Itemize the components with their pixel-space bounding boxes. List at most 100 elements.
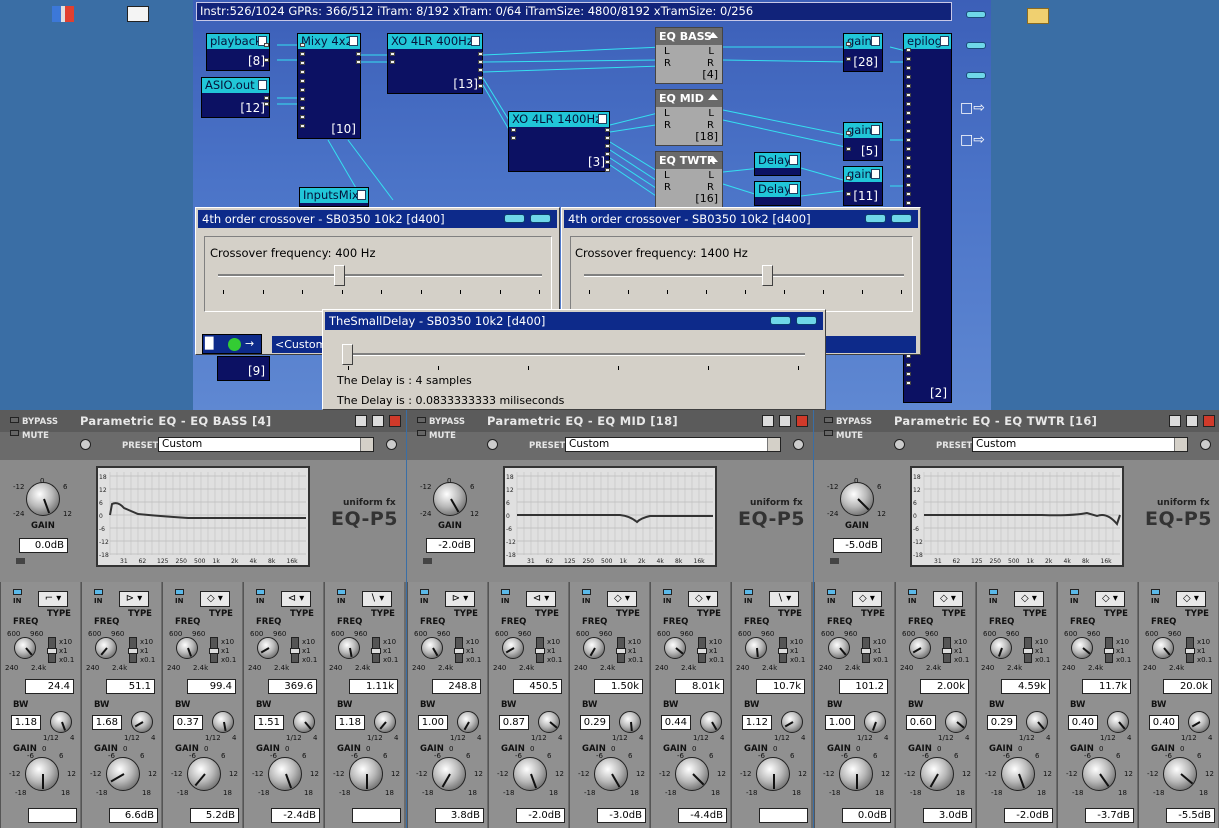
freq-range-fader[interactable] — [209, 637, 219, 663]
band-freq-value[interactable]: 10.7k — [756, 679, 805, 694]
window-caption[interactable]: 4th order crossover - SB0350 10k2 [d400] — [564, 210, 918, 228]
block-eq-bass[interactable]: EQ BASS L R L R [4] — [655, 27, 723, 84]
port-pin[interactable] — [300, 61, 305, 65]
close-button[interactable] — [530, 214, 551, 223]
minimize-button[interactable] — [865, 214, 886, 223]
rotary-knob[interactable] — [421, 637, 443, 659]
band-bw-value[interactable]: 1.18 — [11, 715, 41, 730]
mute-led[interactable] — [824, 430, 833, 436]
band-enable-led[interactable] — [420, 589, 429, 595]
arrow-icon[interactable]: → — [245, 337, 261, 352]
close-button[interactable] — [891, 214, 912, 223]
toolbar-button-2[interactable] — [966, 42, 986, 49]
freq-range-fader[interactable] — [290, 637, 300, 663]
band-gain-value[interactable] — [759, 808, 808, 823]
port-pin[interactable] — [264, 102, 269, 106]
port-pin[interactable] — [264, 43, 269, 47]
port-pin[interactable] — [906, 66, 911, 70]
port-pin[interactable] — [906, 48, 911, 52]
folder-icon[interactable] — [1027, 8, 1049, 24]
settings-icon[interactable] — [894, 439, 905, 450]
port-pin[interactable] — [478, 60, 483, 64]
band-bw-value[interactable]: 0.87 — [499, 715, 529, 730]
band-gain-value[interactable]: -5.5dB — [1166, 808, 1215, 823]
port-pin[interactable] — [300, 88, 305, 92]
rotary-knob[interactable] — [212, 711, 234, 733]
band-bw-value[interactable]: 0.40 — [1149, 715, 1179, 730]
band-enable-led[interactable] — [13, 589, 22, 595]
rotary-knob[interactable] — [257, 637, 279, 659]
rotary-knob[interactable] — [909, 637, 931, 659]
block-menu-icon[interactable] — [708, 32, 718, 38]
block-playback[interactable]: playback [8] — [206, 33, 270, 71]
preset-field[interactable] — [812, 336, 916, 353]
minimize-button[interactable] — [504, 214, 525, 223]
mute-led[interactable] — [417, 430, 426, 436]
block-xo-400[interactable]: XO 4LR 400Hz [13] — [387, 33, 483, 94]
band-gain-value[interactable]: 3.0dB — [923, 808, 972, 823]
port-pin[interactable] — [264, 58, 269, 62]
rotary-knob[interactable] — [14, 637, 36, 659]
rotary-knob[interactable] — [338, 637, 360, 659]
band-enable-led[interactable] — [337, 589, 346, 595]
band-freq-value[interactable]: 8.01k — [675, 679, 724, 694]
band-enable-led[interactable] — [582, 589, 591, 595]
port-pin[interactable] — [300, 43, 305, 47]
bypass-led[interactable] — [417, 417, 426, 423]
rotary-knob[interactable] — [538, 711, 560, 733]
maximize-button[interactable] — [372, 415, 384, 427]
band-freq-value[interactable]: 369.6 — [268, 679, 317, 694]
block-inputsmix-body[interactable]: [9] — [217, 356, 270, 381]
band-bw-value[interactable]: 1.68 — [92, 715, 122, 730]
window-caption[interactable]: TheSmallDelay - SB0350 10k2 [d400] — [325, 312, 823, 330]
block-gain-2[interactable]: gain [5] — [843, 122, 883, 161]
port-pin[interactable] — [906, 381, 911, 385]
rotary-knob[interactable] — [457, 711, 479, 733]
band-bw-value[interactable]: 0.29 — [987, 715, 1017, 730]
rotary-knob[interactable] — [25, 757, 59, 791]
band-type-select[interactable]: ◇ ▾ — [852, 591, 882, 607]
port-pin[interactable] — [478, 84, 483, 88]
port-pin[interactable] — [846, 147, 851, 151]
close-button[interactable] — [389, 415, 401, 427]
port-pin[interactable] — [906, 129, 911, 133]
master-gain-value[interactable]: -2.0dB — [426, 538, 475, 553]
block-eq-mid[interactable]: EQ MID L R L R [18] — [655, 89, 723, 146]
port-pin[interactable] — [906, 57, 911, 61]
band-gain-value[interactable]: 5.2dB — [190, 808, 239, 823]
band-bw-value[interactable]: 0.40 — [1068, 715, 1098, 730]
freq-range-fader[interactable] — [861, 637, 871, 663]
rotary-knob[interactable] — [95, 637, 117, 659]
rotary-knob[interactable] — [1163, 757, 1197, 791]
port-pin[interactable] — [846, 57, 851, 61]
preset-select[interactable]: Custom — [158, 437, 374, 452]
rotary-knob[interactable] — [864, 711, 886, 733]
bypass-led[interactable] — [824, 417, 833, 423]
minimize-button[interactable] — [355, 415, 367, 427]
port-pin[interactable] — [906, 156, 911, 160]
freq-range-fader[interactable] — [371, 637, 381, 663]
band-type-select[interactable]: ◇ ▾ — [200, 591, 230, 607]
port-pin[interactable] — [300, 97, 305, 101]
port-pin[interactable] — [906, 93, 911, 97]
block-menu-icon[interactable] — [789, 155, 798, 165]
master-gain-value[interactable]: -5.0dB — [833, 538, 882, 553]
rotary-knob[interactable] — [106, 757, 140, 791]
band-enable-led[interactable] — [501, 589, 510, 595]
rotary-knob[interactable] — [374, 711, 396, 733]
band-freq-value[interactable]: 4.59k — [1001, 679, 1050, 694]
band-enable-led[interactable] — [827, 589, 836, 595]
port-pin[interactable] — [478, 76, 483, 80]
rotary-knob[interactable] — [131, 711, 153, 733]
band-type-select[interactable]: ⌐ ▾ — [38, 591, 68, 607]
port-pin[interactable] — [511, 128, 516, 132]
port-pin[interactable] — [906, 363, 911, 367]
block-menu-icon[interactable] — [708, 94, 718, 100]
port-pin[interactable] — [356, 52, 361, 56]
crossover-slider-track[interactable] — [584, 274, 904, 277]
freq-range-fader[interactable] — [942, 637, 952, 663]
port-pin[interactable] — [906, 102, 911, 106]
freq-range-fader[interactable] — [616, 637, 626, 663]
block-menu-icon[interactable] — [471, 36, 480, 46]
port-pin[interactable] — [605, 152, 610, 156]
